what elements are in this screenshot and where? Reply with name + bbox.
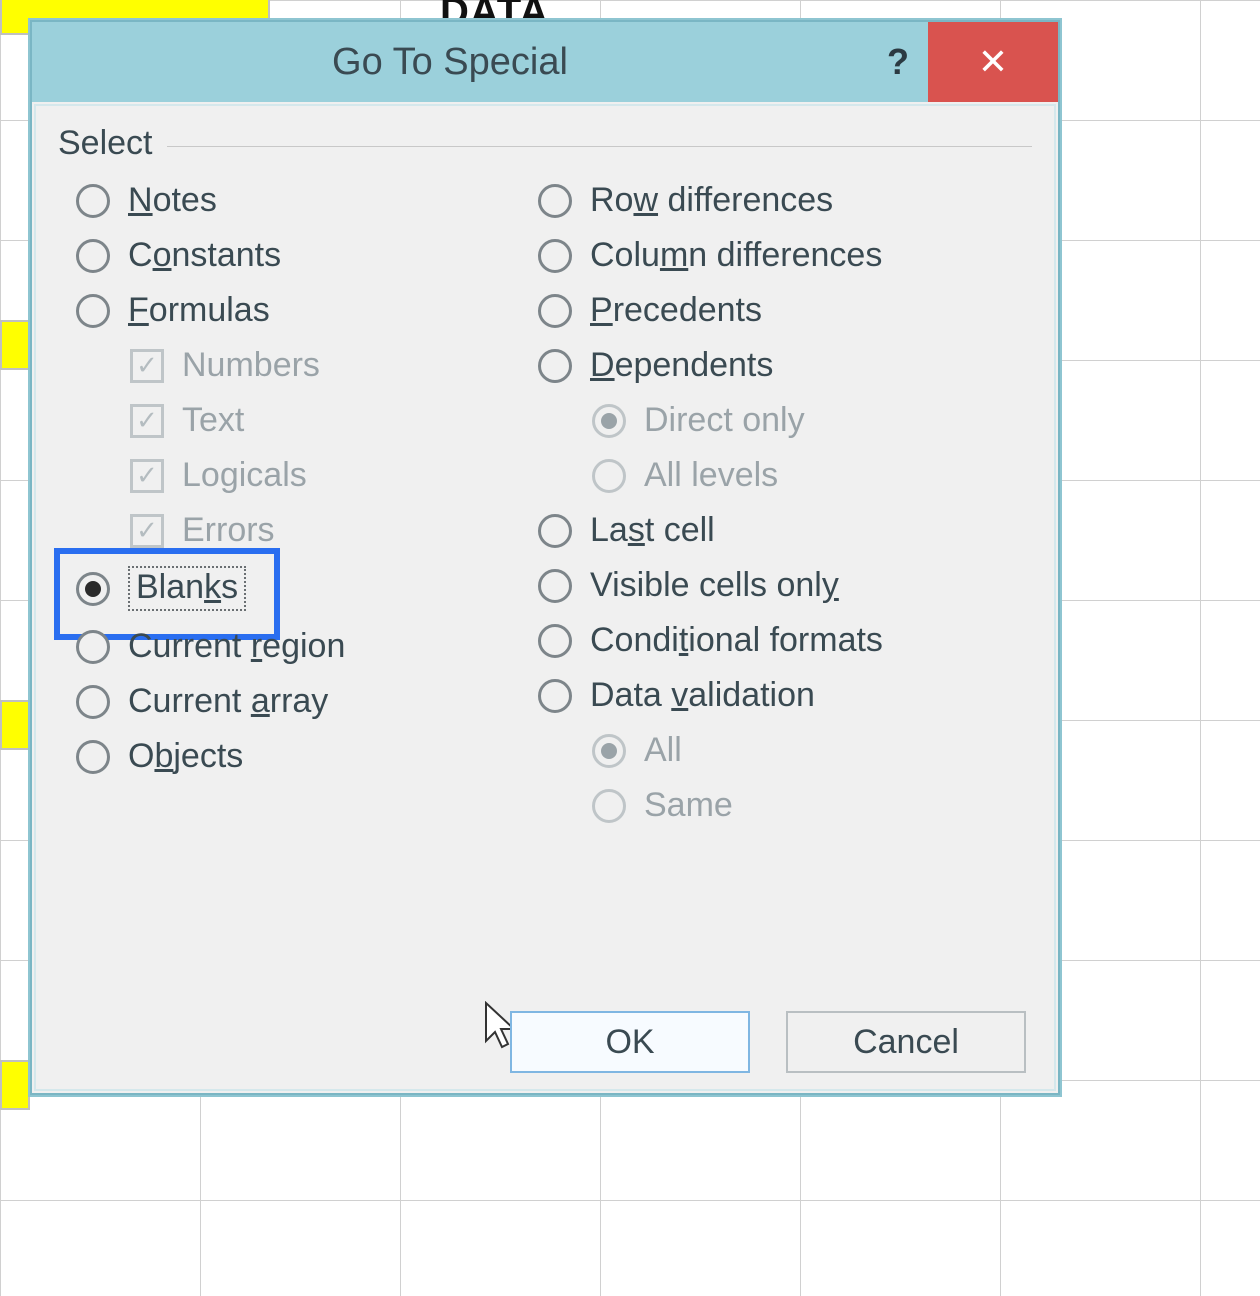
radio-label: Current array bbox=[128, 682, 328, 721]
dialog-title: Go To Special bbox=[32, 41, 868, 84]
radio-icon bbox=[76, 572, 110, 606]
radio-same: Same bbox=[538, 780, 1032, 831]
select-legend: Select bbox=[58, 124, 167, 163]
radio-icon bbox=[592, 734, 626, 768]
radio-blanks[interactable]: Blanks bbox=[76, 560, 528, 617]
checkbox-label: Text bbox=[182, 401, 244, 440]
radio-precedents[interactable]: Precedents bbox=[538, 285, 1032, 336]
radio-visible-cells-only[interactable]: Visible cells only bbox=[538, 560, 1032, 611]
radio-label: All levels bbox=[644, 456, 778, 495]
check-logicals: ✓ Logicals bbox=[76, 450, 528, 501]
radio-label: Column differences bbox=[590, 236, 882, 275]
radio-label: All bbox=[644, 731, 682, 770]
bg-highlight-cell bbox=[0, 700, 30, 750]
radio-icon bbox=[76, 740, 110, 774]
checkbox-label: Logicals bbox=[182, 456, 307, 495]
radio-data-validation[interactable]: Data validation bbox=[538, 670, 1032, 721]
dialog-content: Select Notes Constants Formulas bbox=[34, 104, 1056, 1091]
radio-current-region[interactable]: Current region bbox=[76, 621, 528, 672]
radio-icon bbox=[76, 685, 110, 719]
radio-icon bbox=[538, 349, 572, 383]
check-text: ✓ Text bbox=[76, 395, 528, 446]
radio-formulas[interactable]: Formulas bbox=[76, 285, 528, 336]
checkbox-label: Errors bbox=[182, 511, 275, 550]
checkbox-icon: ✓ bbox=[130, 404, 164, 438]
radio-label: Formulas bbox=[128, 291, 270, 330]
radio-icon bbox=[76, 630, 110, 664]
radio-label: Notes bbox=[128, 181, 217, 220]
check-numbers: ✓ Numbers bbox=[76, 340, 528, 391]
radio-label: Visible cells only bbox=[590, 566, 839, 605]
legend-divider bbox=[167, 146, 1033, 147]
radio-icon bbox=[538, 294, 572, 328]
titlebar[interactable]: Go To Special ? ✕ bbox=[32, 22, 1058, 102]
radio-label: Current region bbox=[128, 627, 345, 666]
radio-icon bbox=[538, 184, 572, 218]
radio-label: Precedents bbox=[590, 291, 762, 330]
radio-direct-only: Direct only bbox=[538, 395, 1032, 446]
radio-icon bbox=[592, 459, 626, 493]
bg-highlight-cell bbox=[0, 320, 30, 370]
radio-icon bbox=[592, 789, 626, 823]
radio-label: Direct only bbox=[644, 401, 805, 440]
checkbox-icon: ✓ bbox=[130, 349, 164, 383]
radio-icon bbox=[538, 514, 572, 548]
radio-notes[interactable]: Notes bbox=[76, 175, 528, 226]
radio-objects[interactable]: Objects bbox=[76, 731, 528, 782]
checkbox-icon: ✓ bbox=[130, 459, 164, 493]
check-errors: ✓ Errors bbox=[76, 505, 528, 556]
radio-label: Blanks bbox=[128, 566, 246, 611]
radio-label: Constants bbox=[128, 236, 281, 275]
close-button[interactable]: ✕ bbox=[928, 22, 1058, 102]
radio-label: Same bbox=[644, 786, 733, 825]
radio-constants[interactable]: Constants bbox=[76, 230, 528, 281]
radio-all: All bbox=[538, 725, 1032, 776]
radio-icon bbox=[538, 679, 572, 713]
bg-highlight-cell bbox=[0, 1060, 30, 1110]
radio-label: Dependents bbox=[590, 346, 773, 385]
close-icon: ✕ bbox=[978, 44, 1008, 80]
checkbox-label: Numbers bbox=[182, 346, 320, 385]
help-button[interactable]: ? bbox=[868, 41, 928, 83]
ok-button[interactable]: OK bbox=[510, 1011, 750, 1073]
radio-label: Objects bbox=[128, 737, 243, 776]
radio-conditional-formats[interactable]: Conditional formats bbox=[538, 615, 1032, 666]
cancel-button[interactable]: Cancel bbox=[786, 1011, 1026, 1073]
radio-column-differences[interactable]: Column differences bbox=[538, 230, 1032, 281]
radio-current-array[interactable]: Current array bbox=[76, 676, 528, 727]
radio-label: Conditional formats bbox=[590, 621, 883, 660]
radio-dependents[interactable]: Dependents bbox=[538, 340, 1032, 391]
radio-icon bbox=[76, 294, 110, 328]
radio-icon bbox=[538, 239, 572, 273]
radio-label: Data validation bbox=[590, 676, 815, 715]
checkbox-icon: ✓ bbox=[130, 514, 164, 548]
radio-label: Row differences bbox=[590, 181, 833, 220]
radio-label: Last cell bbox=[590, 511, 715, 550]
go-to-special-dialog: Go To Special ? ✕ Select Notes Constants bbox=[30, 20, 1060, 1095]
radio-icon bbox=[76, 184, 110, 218]
radio-icon bbox=[76, 239, 110, 273]
radio-icon bbox=[538, 569, 572, 603]
radio-all-levels: All levels bbox=[538, 450, 1032, 501]
radio-icon bbox=[592, 404, 626, 438]
radio-last-cell[interactable]: Last cell bbox=[538, 505, 1032, 556]
radio-row-differences[interactable]: Row differences bbox=[538, 175, 1032, 226]
radio-icon bbox=[538, 624, 572, 658]
